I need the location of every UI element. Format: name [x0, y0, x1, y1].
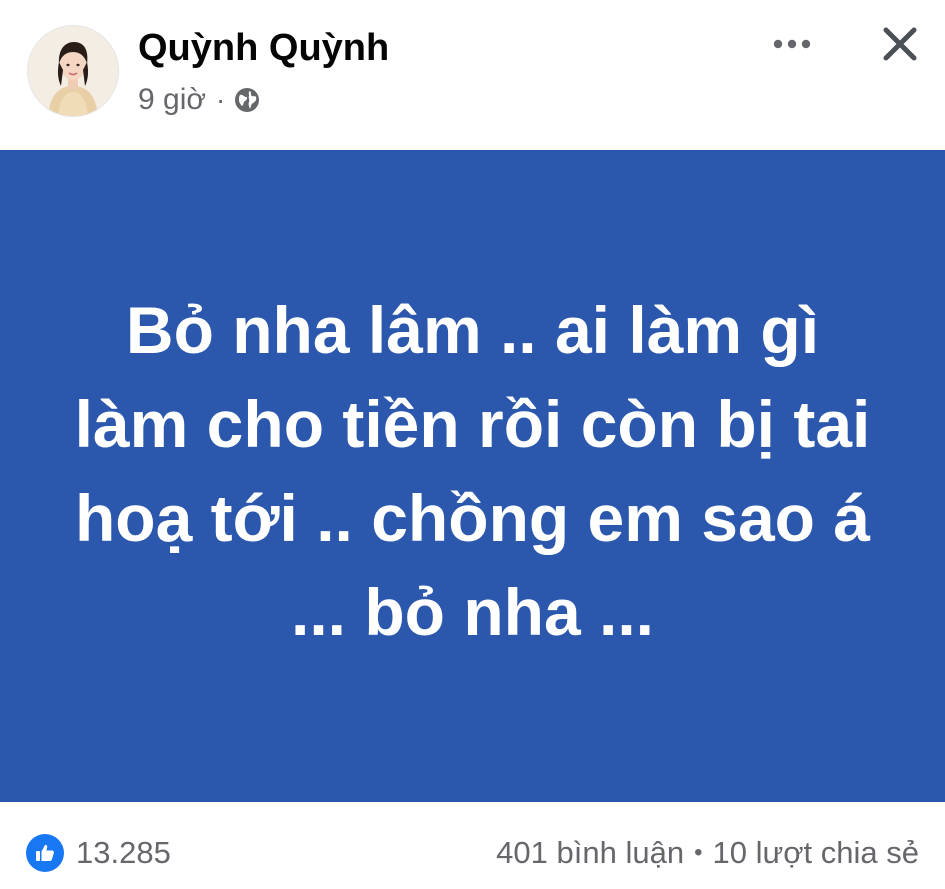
author-name[interactable]: Quỳnh Quỳnh: [138, 26, 389, 70]
shares-count-link[interactable]: 10 lượt chia sẻ: [712, 835, 919, 871]
status-background-card[interactable]: Bỏ nha lâm .. ai làm gì làm cho tiền rồi…: [0, 150, 945, 802]
like-icon: [26, 834, 64, 872]
engagement-separator: •: [694, 839, 703, 866]
engagement-summary: 401 bình luận • 10 lượt chia sẻ: [496, 832, 919, 874]
thumbs-up-icon: [36, 844, 54, 861]
post-meta: 9 giờ ·: [138, 82, 261, 118]
author-avatar[interactable]: [28, 26, 118, 116]
status-text: Bỏ nha lâm .. ai làm gì làm cho tiền rồi…: [74, 293, 871, 649]
close-icon: [883, 27, 917, 61]
reaction-count: 13.285: [76, 835, 171, 870]
profile-photo-icon: [28, 26, 118, 116]
facebook-post: Quỳnh Quỳnh 9 giờ · Bỏ nha lâm .. ai làm…: [0, 0, 945, 889]
meta-separator: ·: [216, 84, 226, 115]
close-button[interactable]: [872, 18, 928, 70]
post-time[interactable]: 9 giờ: [138, 83, 206, 117]
reactions-summary[interactable]: 13.285: [26, 832, 171, 874]
globe-icon: [235, 88, 260, 112]
post-footer: 13.285 401 bình luận • 10 lượt chia sẻ: [0, 802, 945, 889]
post-header: Quỳnh Quỳnh 9 giờ ·: [0, 0, 945, 150]
comments-count-link[interactable]: 401 bình luận: [496, 835, 684, 871]
more-options-button[interactable]: [764, 24, 820, 64]
more-options-icon: [773, 39, 811, 49]
